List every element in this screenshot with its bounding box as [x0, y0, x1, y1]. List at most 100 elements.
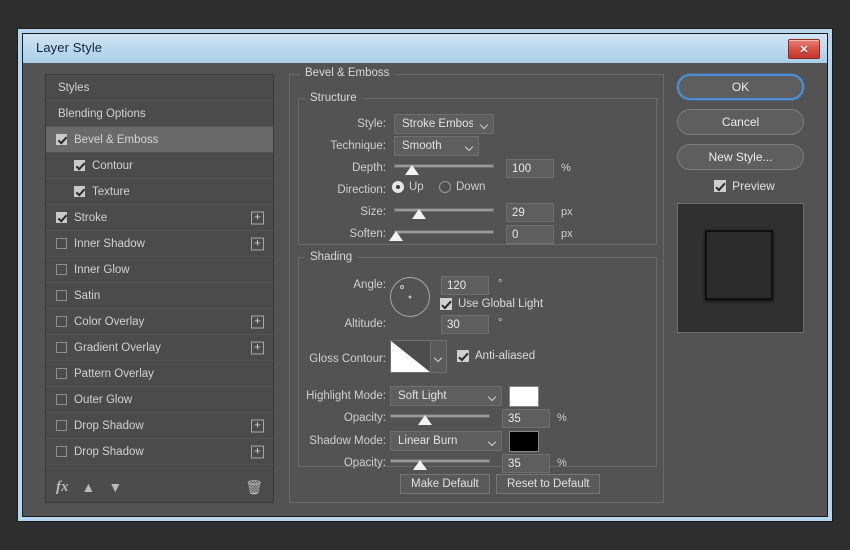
checkbox-unchecked-icon[interactable]	[56, 446, 67, 457]
sidebar-item-label: Drop Shadow	[74, 420, 144, 432]
structure-group: Structure Style: Outer BevelInner BevelE…	[298, 92, 657, 245]
radio-selected-icon	[392, 181, 404, 193]
structure-legend: Structure	[305, 92, 362, 104]
size-input[interactable]	[506, 203, 554, 222]
checkbox-unchecked-icon[interactable]	[56, 342, 67, 353]
technique-select-wrapper: SmoothChisel HardChisel Soft	[394, 136, 479, 156]
shadow-opacity-input[interactable]	[502, 454, 550, 473]
direction-up-label: Up	[409, 181, 424, 193]
sidebar-item-inner-glow[interactable]: Inner Glow	[46, 257, 273, 283]
soften-input[interactable]	[506, 225, 554, 244]
sidebar-item-blending-options[interactable]: Blending Options	[46, 101, 273, 127]
direction-down-radio[interactable]: Down	[439, 181, 485, 193]
ok-button[interactable]: OK	[677, 74, 804, 100]
sidebar-item-pattern-overlay[interactable]: Pattern Overlay	[46, 361, 273, 387]
shadow-opacity-slider[interactable]	[390, 455, 490, 471]
highlight-opacity-label: Opacity:	[344, 412, 386, 424]
reset-to-default-button[interactable]: Reset to Default	[496, 474, 600, 494]
highlight-opacity-track	[390, 414, 490, 418]
soften-slider-thumb[interactable]	[389, 231, 403, 241]
sidebar-item-styles[interactable]: Styles	[46, 75, 273, 101]
new-style-button[interactable]: New Style...	[677, 144, 804, 170]
angle-dial[interactable]	[390, 277, 430, 317]
angle-unit: °	[498, 278, 502, 290]
add-effect-icon[interactable]: +	[251, 237, 264, 250]
sidebar-item-outer-glow[interactable]: Outer Glow	[46, 387, 273, 413]
depth-slider-thumb[interactable]	[405, 165, 419, 175]
add-effect-icon[interactable]: +	[251, 211, 264, 224]
direction-up-radio[interactable]: Up	[392, 181, 424, 193]
gloss-contour-dropdown[interactable]	[431, 340, 447, 373]
highlight-opacity-input[interactable]	[502, 409, 550, 428]
sidebar-item-satin[interactable]: Satin	[46, 283, 273, 309]
soften-slider[interactable]	[394, 226, 494, 242]
sidebar-item-bevel-emboss[interactable]: Bevel & Emboss	[46, 127, 273, 153]
shadow-mode-select[interactable]: NormalMultiplyColor BurnLinear BurnDarke…	[390, 431, 502, 451]
gloss-contour-label: Gloss Contour:	[309, 353, 386, 365]
move-up-icon[interactable]: ▲	[82, 479, 96, 495]
direction-down-label: Down	[456, 181, 485, 193]
checkbox-checked-icon	[714, 180, 726, 192]
highlight-opacity-slider[interactable]	[390, 410, 490, 426]
altitude-input[interactable]	[441, 315, 489, 334]
sidebar-item-label: Contour	[92, 160, 133, 172]
make-default-button[interactable]: Make Default	[400, 474, 490, 494]
shadow-opacity-thumb[interactable]	[413, 460, 427, 470]
add-effect-icon[interactable]: +	[251, 341, 264, 354]
shadow-opacity-unit: %	[557, 457, 567, 469]
sidebar-item-label: Satin	[74, 290, 100, 302]
technique-select[interactable]: SmoothChisel HardChisel Soft	[394, 136, 479, 156]
depth-input[interactable]	[506, 159, 554, 178]
checkbox-unchecked-icon[interactable]	[56, 394, 67, 405]
sidebar-item-stroke[interactable]: Stroke+	[46, 205, 273, 231]
add-effect-icon[interactable]: +	[251, 315, 264, 328]
checkbox-checked-icon[interactable]	[74, 160, 85, 171]
close-button[interactable]: ✕	[788, 39, 820, 59]
highlight-mode-select[interactable]: NormalDissolveScreenSoft LightOverlayLin…	[390, 386, 502, 406]
depth-slider[interactable]	[394, 160, 494, 176]
checkbox-unchecked-icon[interactable]	[56, 238, 67, 249]
sidebar-item-color-overlay[interactable]: Color Overlay +	[46, 309, 273, 335]
sidebar-item-label: Inner Shadow	[74, 238, 145, 250]
sidebar-item-inner-shadow[interactable]: Inner Shadow +	[46, 231, 273, 257]
preview-thumbnail	[677, 203, 804, 333]
size-slider[interactable]	[394, 204, 494, 220]
cancel-button[interactable]: Cancel	[677, 109, 804, 135]
angle-dial-handle[interactable]	[400, 285, 404, 289]
checkbox-unchecked-icon[interactable]	[56, 368, 67, 379]
size-slider-thumb[interactable]	[412, 209, 426, 219]
sidebar-item-contour[interactable]: Contour	[46, 153, 273, 179]
checkbox-checked-icon[interactable]	[56, 134, 67, 145]
sidebar-item-drop-shadow[interactable]: Drop Shadow+	[46, 439, 273, 465]
highlight-color-swatch[interactable]	[509, 386, 539, 407]
add-effect-icon[interactable]: +	[251, 445, 264, 458]
preview-shape	[705, 230, 773, 300]
add-effect-icon[interactable]: +	[251, 419, 264, 432]
sidebar-item-texture[interactable]: Texture	[46, 179, 273, 205]
preview-checkbox[interactable]: Preview	[677, 179, 812, 193]
style-select[interactable]: Outer BevelInner BevelEmbossPillow Embos…	[394, 114, 494, 134]
use-global-light-checkbox[interactable]: Use Global Light	[440, 298, 543, 310]
trash-icon[interactable]: 🗑	[245, 479, 263, 496]
checkbox-unchecked-icon[interactable]	[56, 290, 67, 301]
move-down-icon[interactable]: ▼	[108, 479, 122, 495]
style-label: Style:	[357, 118, 386, 130]
shadow-color-swatch[interactable]	[509, 431, 539, 452]
angle-input[interactable]	[441, 276, 489, 295]
anti-aliased-label: Anti-aliased	[475, 350, 535, 362]
checkbox-unchecked-icon[interactable]	[56, 420, 67, 431]
highlight-opacity-thumb[interactable]	[418, 415, 432, 425]
technique-label: Technique:	[330, 140, 386, 152]
fx-icon[interactable]: fx	[56, 479, 69, 496]
anti-aliased-checkbox[interactable]: Anti-aliased	[457, 350, 535, 362]
dialog-actions: OK Cancel New Style... Preview	[677, 74, 812, 333]
checkbox-unchecked-icon[interactable]	[56, 316, 67, 327]
sidebar-item-label: Color Overlay	[74, 316, 144, 328]
dialog-titlebar[interactable]: Layer Style ✕	[23, 34, 827, 63]
sidebar-item-drop-shadow[interactable]: Drop Shadow +	[46, 413, 273, 439]
sidebar-item-gradient-overlay[interactable]: Gradient Overlay+	[46, 335, 273, 361]
gloss-contour-swatch[interactable]	[390, 340, 431, 373]
checkbox-checked-icon[interactable]	[74, 186, 85, 197]
checkbox-checked-icon[interactable]	[56, 212, 67, 223]
checkbox-unchecked-icon[interactable]	[56, 264, 67, 275]
